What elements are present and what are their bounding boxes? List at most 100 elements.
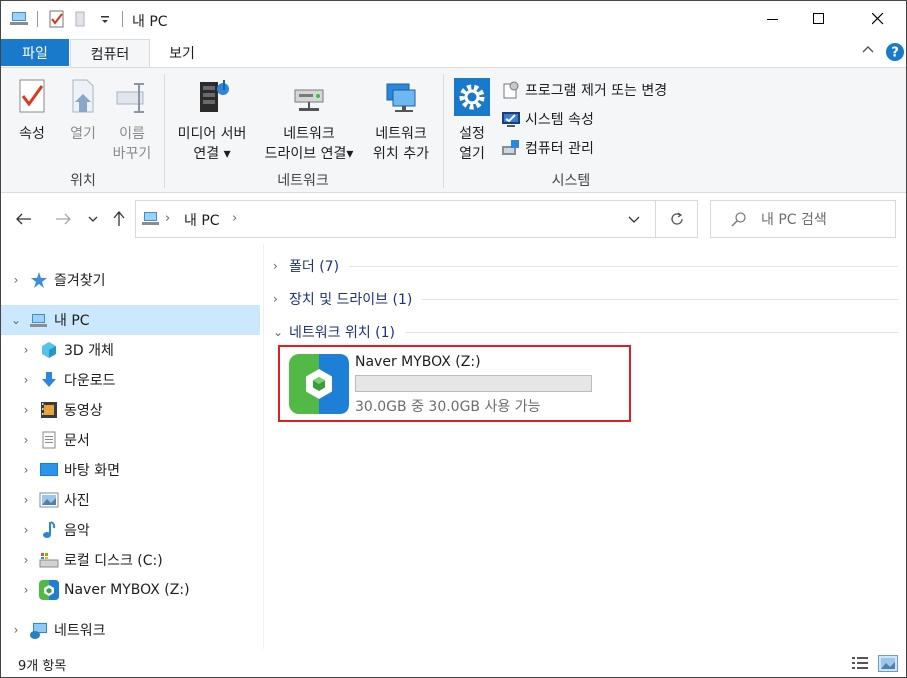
map-drive-label-2-text: 드라이브 연결 — [264, 146, 347, 162]
system-properties-icon — [502, 112, 520, 127]
ribbon-tabs: 파일 컴퓨터 보기 ? — [1, 39, 906, 68]
group-header-folders[interactable]: › 폴더 (7) — [273, 254, 898, 278]
open-button[interactable]: 열기 — [61, 78, 105, 144]
customize-qa-chevron-icon[interactable] — [99, 10, 111, 28]
dropdown-arrow-icon: ▾ — [346, 146, 354, 162]
details-view-icon[interactable] — [851, 656, 869, 671]
large-icons-view-icon[interactable] — [878, 655, 898, 672]
refresh-button[interactable] — [656, 200, 698, 238]
media-server-icon — [200, 80, 229, 112]
chevron-right-icon[interactable]: › — [19, 523, 33, 537]
chevron-right-icon[interactable]: › — [19, 583, 33, 597]
window-title: 내 PC — [132, 14, 168, 30]
breadcrumb-separator-icon[interactable]: › — [165, 211, 170, 226]
network-drive-icon — [294, 89, 324, 111]
breadcrumb-expand-icon[interactable]: › — [232, 211, 237, 226]
map-drive-label-2: 드라이브 연결▾ — [257, 144, 361, 164]
chevron-right-icon[interactable]: › — [19, 493, 33, 507]
chevron-down-icon[interactable]: ⌄ — [9, 313, 23, 327]
this-pc-icon — [30, 314, 47, 327]
chevron-down-icon[interactable]: ⌄ — [273, 325, 289, 339]
search-icon — [731, 212, 746, 227]
folder-qa-icon[interactable] — [74, 10, 90, 28]
nav-item-music[interactable]: › 음악 — [19, 515, 260, 545]
nav-item-videos[interactable]: › 동영상 — [19, 395, 260, 425]
settings-gear-icon — [454, 78, 490, 116]
address-bar[interactable]: › 내 PC › — [135, 200, 656, 238]
group-label: 네트워크 위치 (1) — [289, 325, 396, 341]
chevron-right-icon[interactable]: › — [9, 273, 23, 287]
group-header-network-locations[interactable]: ⌄ 네트워크 위치 (1) — [273, 320, 898, 344]
document-icon — [42, 431, 56, 449]
open-settings-button[interactable]: 설정 열기 — [449, 78, 495, 164]
nav-label-favorites: 즐겨찾기 — [54, 273, 106, 289]
system-properties-button[interactable]: 시스템 속성 — [501, 107, 594, 131]
nav-item-network[interactable]: › 네트워크 — [1, 615, 260, 645]
nav-label: 로컬 디스크 (C:) — [64, 553, 163, 569]
navigation-pane: › 즐겨찾기 ⌄ 내 PC › 3D 개체 › 다운로드 › 동영상 › 문서 … — [1, 244, 263, 649]
nav-item-3d-objects[interactable]: › 3D 개체 — [19, 335, 260, 365]
chevron-right-icon[interactable]: › — [19, 373, 33, 387]
tab-computer[interactable]: 컴퓨터 — [70, 39, 150, 68]
nav-label: 동영상 — [64, 403, 103, 419]
chevron-right-icon[interactable]: › — [19, 403, 33, 417]
nav-item-desktop[interactable]: › 바탕 화면 — [19, 455, 260, 485]
recent-locations-button[interactable] — [83, 208, 103, 230]
divider — [443, 74, 444, 188]
chevron-right-icon[interactable]: › — [19, 463, 33, 477]
breadcrumb-this-pc[interactable]: 내 PC — [184, 210, 220, 230]
group-header-devices[interactable]: › 장치 및 드라이브 (1) — [273, 287, 898, 311]
tab-file[interactable]: 파일 — [1, 39, 69, 66]
nav-item-downloads[interactable]: › 다운로드 — [19, 365, 260, 395]
chevron-right-icon[interactable]: › — [19, 433, 33, 447]
chevron-right-icon[interactable]: › — [9, 623, 23, 637]
chevron-right-icon[interactable]: › — [19, 553, 33, 567]
properties-qa-icon[interactable] — [48, 10, 66, 28]
map-drive-label-1: 네트워크 — [283, 126, 335, 142]
close-button[interactable] — [855, 1, 901, 37]
group-label-network: 네트워크 — [277, 173, 329, 189]
group-label-location: 위치 — [70, 173, 96, 189]
naver-mybox-icon — [289, 354, 349, 414]
minimize-icon — [767, 19, 778, 20]
map-drive-button[interactable]: 네트워크 드라이브 연결▾ — [257, 78, 361, 164]
chevron-right-icon[interactable]: › — [273, 259, 289, 273]
add-network-location-button[interactable]: 네트워크 위치 추가 — [367, 78, 435, 164]
nav-item-this-pc[interactable]: ⌄ 내 PC — [1, 305, 260, 335]
minimize-button[interactable] — [750, 1, 796, 37]
collapse-ribbon-icon[interactable] — [861, 43, 875, 57]
drive-name: Naver MYBOX (Z:) — [355, 354, 481, 370]
nav-item-documents[interactable]: › 문서 — [19, 425, 260, 455]
divider — [122, 11, 123, 27]
nav-item-local-disk[interactable]: › 로컬 디스크 (C:) — [19, 545, 260, 575]
divider — [263, 244, 264, 649]
drive-tile-naver-mybox[interactable]: Naver MYBOX (Z:) 30.0GB 중 30.0GB 사용 가능 — [278, 345, 631, 422]
chevron-down-icon — [88, 216, 98, 222]
rename-button[interactable]: 이름 바꾸기 — [107, 78, 157, 164]
forward-button[interactable] — [52, 208, 74, 230]
navigation-bar: › 내 PC › 내 PC 검색 — [1, 194, 906, 244]
nav-item-naver-mybox[interactable]: › Naver MYBOX (Z:) — [19, 575, 260, 605]
back-button[interactable] — [13, 208, 35, 230]
settings-label-2: 열기 — [459, 146, 485, 162]
tab-view[interactable]: 보기 — [151, 39, 213, 67]
uninstall-button[interactable]: 프로그램 제거 또는 변경 — [501, 78, 667, 102]
computer-management-button[interactable]: 컴퓨터 관리 — [501, 136, 594, 160]
naver-mybox-icon — [39, 580, 59, 600]
help-icon[interactable]: ? — [885, 42, 905, 62]
maximize-button[interactable] — [796, 1, 842, 37]
nav-label: 3D 개체 — [64, 343, 114, 359]
search-box[interactable]: 내 PC 검색 — [710, 200, 896, 238]
maximize-icon — [813, 13, 824, 24]
open-icon — [72, 79, 94, 113]
chevron-right-icon[interactable]: › — [273, 292, 289, 306]
properties-button[interactable]: 속성 — [9, 78, 55, 144]
forward-arrow-icon — [56, 213, 71, 225]
up-button[interactable] — [108, 208, 130, 230]
chevron-right-icon[interactable]: › — [19, 343, 33, 357]
address-history-chevron-icon[interactable] — [628, 215, 640, 223]
media-server-button[interactable]: 미디어 서버 연결 ▾ — [171, 78, 253, 164]
nav-item-favorites[interactable]: › 즐겨찾기 — [1, 265, 260, 295]
nav-label-this-pc: 내 PC — [54, 313, 90, 329]
nav-item-pictures[interactable]: › 사진 — [19, 485, 260, 515]
